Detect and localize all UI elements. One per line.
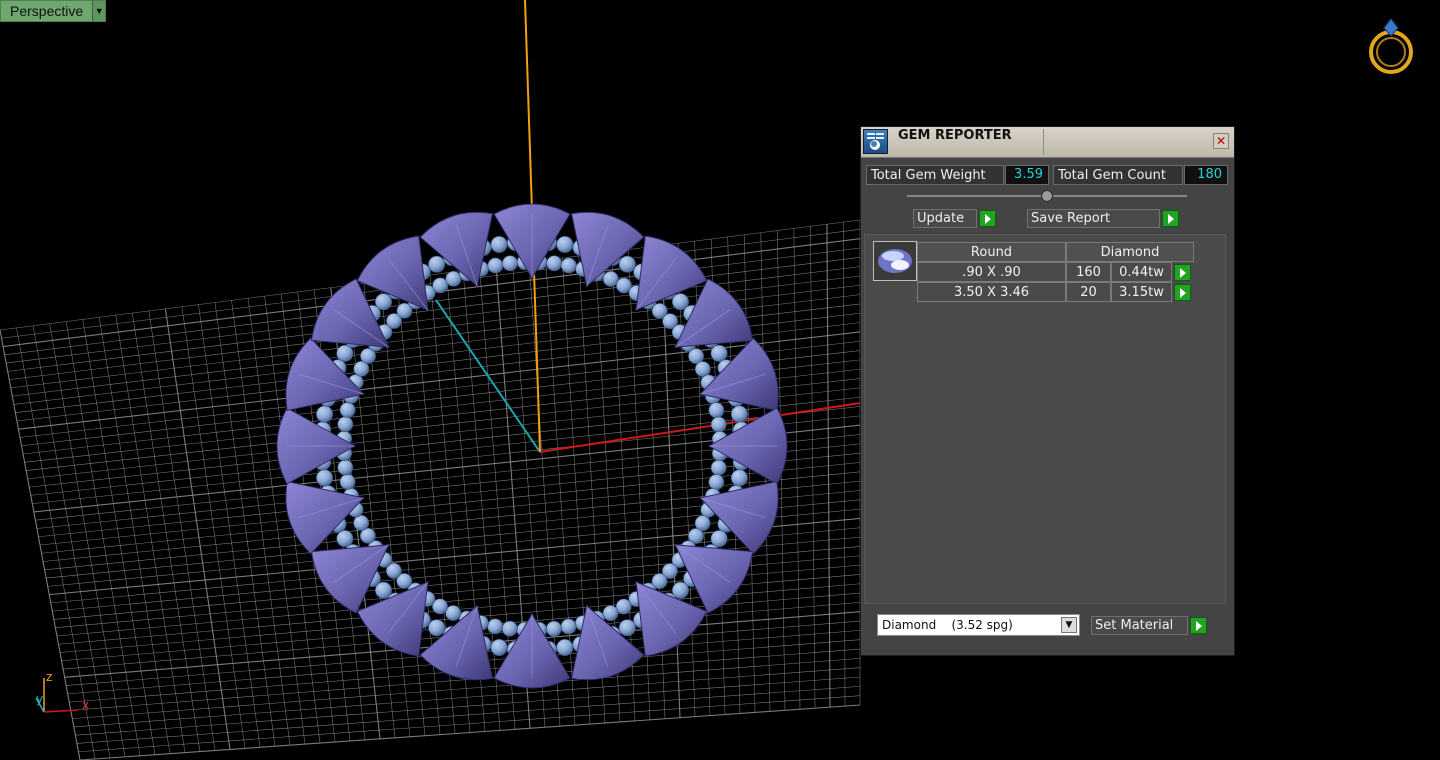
gem-reporter-title: GEM REPORTER bbox=[898, 128, 1012, 143]
round-gem bbox=[490, 236, 508, 254]
round-gem bbox=[556, 236, 574, 254]
set-material-button[interactable]: Set Material bbox=[1091, 616, 1188, 635]
material-dropdown[interactable]: Diamond (3.52 spg) ▼ bbox=[877, 614, 1080, 636]
table-row-weight: 3.15tw bbox=[1111, 282, 1172, 302]
material-dropdown-value: Diamond (3.52 spg) bbox=[882, 618, 1013, 632]
update-button[interactable]: Update bbox=[913, 209, 977, 228]
update-play-icon[interactable] bbox=[979, 210, 996, 227]
gem-slider-knob[interactable] bbox=[1041, 190, 1053, 202]
round-gem bbox=[710, 530, 728, 548]
round-gem bbox=[316, 469, 334, 487]
total-gem-weight-value: 3.59 bbox=[1005, 165, 1049, 185]
round-gem bbox=[487, 618, 504, 635]
save-report-play-icon[interactable] bbox=[1162, 210, 1179, 227]
table-header-shape: Round bbox=[917, 242, 1066, 262]
table-row-size: .90 X .90 bbox=[917, 262, 1066, 282]
round-gem bbox=[336, 530, 354, 548]
axis-y-line bbox=[435, 299, 541, 453]
round-gem bbox=[546, 620, 562, 637]
round-gem bbox=[490, 638, 508, 656]
row-select-play-icon[interactable] bbox=[1174, 284, 1191, 301]
gem-reporter-panel: GEM REPORTER ✕ Total Gem Weight 3.59 Tot… bbox=[860, 126, 1235, 656]
round-gem bbox=[501, 620, 518, 637]
total-gem-weight-label: Total Gem Weight bbox=[866, 165, 1004, 185]
round-gem bbox=[428, 255, 446, 273]
table-row-weight: 0.44tw bbox=[1111, 262, 1172, 282]
round-gem bbox=[337, 416, 354, 433]
ring-gems bbox=[276, 203, 788, 689]
round-gem bbox=[708, 474, 725, 490]
total-gem-count-value: 180 bbox=[1184, 165, 1228, 185]
round-gem bbox=[336, 344, 354, 362]
round-gem bbox=[710, 344, 728, 362]
round-gem bbox=[560, 257, 577, 274]
chevron-down-icon[interactable]: ▼ bbox=[1061, 617, 1077, 633]
round-gem bbox=[710, 459, 727, 476]
round-gem bbox=[428, 619, 446, 637]
round-gem bbox=[560, 618, 577, 635]
round-gem bbox=[445, 605, 462, 621]
table-header-material: Diamond bbox=[1066, 242, 1194, 262]
set-material-play-icon[interactable] bbox=[1190, 617, 1207, 634]
round-gem bbox=[432, 277, 449, 294]
round-gem bbox=[602, 605, 619, 622]
round-gem bbox=[502, 255, 518, 272]
close-icon[interactable]: ✕ bbox=[1213, 133, 1229, 149]
titlebar-separator bbox=[1043, 129, 1044, 155]
round-gem bbox=[615, 598, 632, 615]
axis-z-label: z bbox=[46, 670, 53, 684]
axis-y-label: y bbox=[36, 692, 44, 706]
round-gem bbox=[730, 405, 748, 423]
viewport-name[interactable]: Perspective bbox=[1, 1, 92, 21]
round-gem bbox=[316, 405, 334, 423]
total-gem-count-label: Total Gem Count bbox=[1053, 165, 1183, 185]
round-gem bbox=[339, 473, 356, 490]
world-axes bbox=[435, 0, 861, 453]
large-cone-gem bbox=[635, 581, 708, 657]
round-gem bbox=[708, 402, 725, 419]
round-gem bbox=[730, 469, 748, 487]
gem-reporter-app-icon bbox=[863, 129, 888, 154]
round-gem bbox=[487, 257, 504, 274]
round-gem bbox=[353, 515, 370, 531]
round-gem bbox=[694, 361, 711, 377]
row-select-play-icon[interactable] bbox=[1174, 264, 1191, 281]
round-gem bbox=[618, 619, 636, 637]
table-row-size: 3.50 X 3.46 bbox=[917, 282, 1066, 302]
round-gem bbox=[445, 270, 462, 287]
table-row-count: 20 bbox=[1066, 282, 1111, 302]
axis-x-label: x bbox=[82, 698, 90, 712]
round-gem bbox=[556, 638, 574, 656]
round-gem bbox=[339, 402, 356, 418]
gem-reporter-titlebar[interactable]: GEM REPORTER ✕ bbox=[861, 127, 1234, 158]
round-gem bbox=[337, 459, 354, 476]
triangle-down-icon[interactable]: ▼ bbox=[92, 1, 106, 21]
round-gem bbox=[710, 416, 727, 433]
round-gem bbox=[602, 271, 619, 287]
gem-shape-thumbnail bbox=[873, 241, 917, 281]
round-gem bbox=[546, 255, 563, 272]
ring-icon[interactable] bbox=[1360, 12, 1420, 76]
large-cone-gem bbox=[356, 235, 429, 311]
large-cone-gem bbox=[356, 581, 429, 657]
round-gem bbox=[618, 255, 636, 273]
table-row-count: 160 bbox=[1066, 262, 1111, 282]
viewport-label[interactable]: Perspective ▼ bbox=[0, 0, 107, 22]
save-report-button[interactable]: Save Report bbox=[1027, 209, 1160, 228]
